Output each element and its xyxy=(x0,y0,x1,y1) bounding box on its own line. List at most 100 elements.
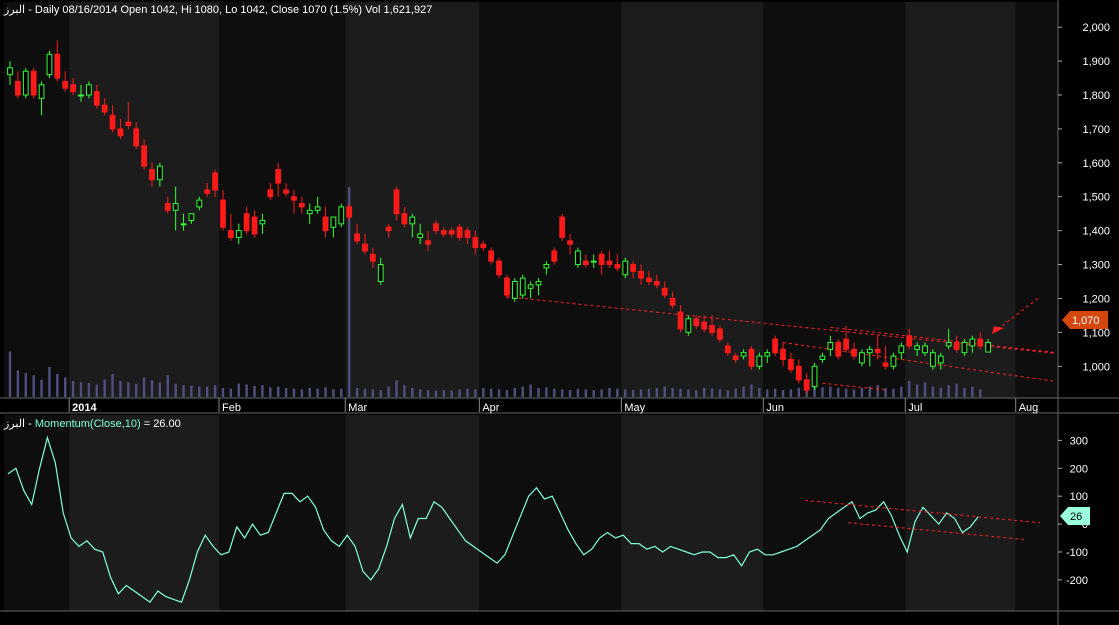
month-shade xyxy=(1015,415,1058,611)
volume-bar xyxy=(135,383,138,397)
momentum-y-tick-label: 100 xyxy=(1070,491,1088,503)
volume-bar xyxy=(95,384,98,397)
volume-bar xyxy=(923,382,927,397)
candle-down xyxy=(669,297,676,306)
candle-down xyxy=(275,169,282,184)
volume-bar xyxy=(545,387,548,397)
volume-bar xyxy=(931,386,935,397)
candle-down xyxy=(677,311,684,330)
volume-bar xyxy=(639,389,643,397)
month-shade xyxy=(763,2,906,398)
month-shade xyxy=(479,2,622,398)
volume-bar xyxy=(489,388,493,397)
candle-up xyxy=(685,318,692,333)
price-y-tick-label: 1,500 xyxy=(1082,192,1110,204)
volume-bar xyxy=(821,387,824,397)
candle-up xyxy=(764,352,771,357)
volume-bar xyxy=(584,389,588,397)
chart-canvas[interactable]: 2,000 1,900 1,800 1,700 1,600 1,500 1,400 1,300… xyxy=(0,0,1119,625)
volume-bar xyxy=(521,386,524,397)
volume-bar xyxy=(332,389,335,397)
price-y-tick-label: 1,900 xyxy=(1082,56,1110,68)
volume-bar xyxy=(616,388,619,397)
candle-down xyxy=(874,348,881,354)
candle-down xyxy=(567,240,573,245)
month-shade xyxy=(69,415,220,611)
candle-up xyxy=(819,355,826,360)
momentum-y-tick-label: 300 xyxy=(1070,435,1088,447)
volume-bar xyxy=(300,389,304,397)
candle-down xyxy=(977,338,984,347)
candle-down xyxy=(638,270,644,279)
volume-bar xyxy=(237,383,240,397)
candle-up xyxy=(78,94,84,97)
candle-up xyxy=(417,233,424,238)
volume-bar xyxy=(624,389,627,397)
candle-down xyxy=(772,338,779,354)
candle-down xyxy=(109,114,116,130)
volume-bar xyxy=(40,379,43,397)
candle-down xyxy=(448,230,455,235)
volume-bar xyxy=(608,387,611,397)
month-shade xyxy=(219,2,346,398)
price-y-tick-label: 1,700 xyxy=(1082,124,1110,136)
month-shade xyxy=(905,2,1016,398)
x-tick-label: Mar xyxy=(348,402,367,414)
volume-bar xyxy=(16,370,20,397)
candle-down xyxy=(204,189,211,194)
volume-bar xyxy=(718,389,722,397)
candle-up xyxy=(590,260,597,263)
volume-bar xyxy=(269,387,272,397)
price-y-tick-label: 1,800 xyxy=(1082,90,1110,102)
volume-bar xyxy=(497,389,501,397)
candle-down xyxy=(456,226,463,238)
indicator-badge-label: 26 xyxy=(1070,511,1082,523)
volume-bar xyxy=(758,387,761,397)
candle-up xyxy=(377,264,384,282)
volume-bar xyxy=(308,387,311,397)
volume-bar xyxy=(655,387,659,397)
price-panel-shading xyxy=(4,2,1058,398)
volume-bar xyxy=(418,389,422,397)
volume-bar xyxy=(939,387,942,397)
volume-bar xyxy=(182,385,185,397)
price-header: البرز - Daily 08/16/2014 Open 1042, Hi 1… xyxy=(3,4,432,16)
indicator-header: البرز - Momentum(Close,10) = 26.00 xyxy=(3,418,181,430)
volume-bar xyxy=(363,388,367,397)
price-y-tick-label: 1,300 xyxy=(1082,260,1110,272)
candle-up xyxy=(898,345,905,354)
candle-up xyxy=(622,260,629,276)
volume-bar xyxy=(79,382,83,397)
candle-down xyxy=(464,230,471,238)
volume-bar xyxy=(908,380,911,397)
candle-up xyxy=(338,206,345,225)
candle-down xyxy=(54,53,61,79)
candle-up xyxy=(259,219,266,225)
candle-down xyxy=(149,169,155,181)
candle-down xyxy=(354,233,360,242)
volume-bar xyxy=(158,382,162,397)
volume-bar xyxy=(671,387,674,397)
candle-down xyxy=(717,328,723,340)
volume-bar xyxy=(766,389,769,397)
momentum-y-tick-label: 200 xyxy=(1070,463,1088,475)
month-shade xyxy=(219,415,346,611)
candle-down xyxy=(70,84,76,93)
candle-down xyxy=(614,264,621,269)
volume-bar xyxy=(111,373,114,397)
candle-up xyxy=(409,216,416,225)
volume-bar xyxy=(710,388,714,397)
volume-bar xyxy=(900,386,903,397)
volume-bar xyxy=(190,385,193,397)
month-shade xyxy=(345,2,480,398)
candle-up xyxy=(937,355,944,364)
volume-bar xyxy=(142,377,146,397)
volume-bar xyxy=(276,386,280,397)
candle-down xyxy=(15,80,21,96)
candle-down xyxy=(693,318,700,327)
candle-up xyxy=(306,209,313,215)
candle-up xyxy=(188,213,195,221)
volume-bar xyxy=(450,390,453,397)
volume-bar xyxy=(355,387,359,397)
volume-bar xyxy=(679,388,682,397)
